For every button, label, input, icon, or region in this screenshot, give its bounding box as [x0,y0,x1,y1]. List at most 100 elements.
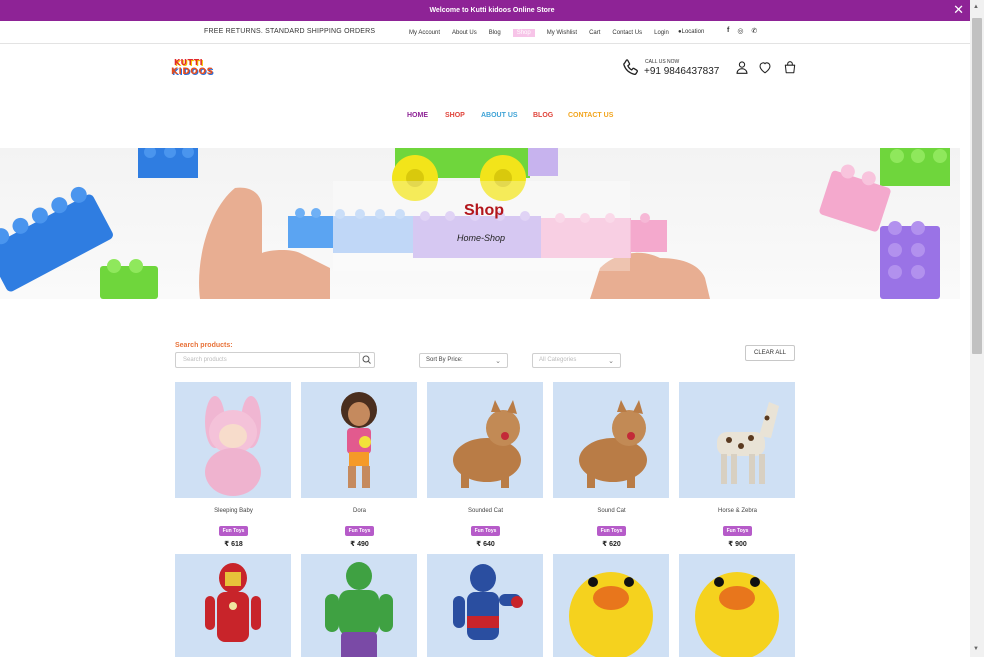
product-image[interactable] [553,554,669,657]
call-us-number[interactable]: +91 9846437837 [644,66,719,77]
search-icon [362,355,371,364]
product-card[interactable]: Sleeping Baby Fun Toys ₹ 618 [175,382,292,548]
scroll-up-arrow-icon[interactable]: ▲ [973,4,979,10]
location-link[interactable]: ●Location [678,29,704,35]
clear-all-button[interactable]: CLEAR ALL [745,345,795,361]
dora-toy-image [301,382,417,498]
product-category-badge[interactable]: Fun Toys [470,526,501,536]
instagram-icon[interactable]: ◎ [737,27,743,35]
product-card[interactable] [679,554,796,657]
nav-shop[interactable]: SHOP [445,112,465,119]
location-label: Location [681,29,705,35]
product-image[interactable] [301,382,417,498]
product-price: ₹ 490 [350,541,369,548]
search-input[interactable]: Search products [175,352,360,368]
top-link-blog[interactable]: Blog [489,30,501,36]
site-logo[interactable]: KUTTI KIDOOS [171,58,215,80]
scrollbar-thumb[interactable] [972,18,982,354]
product-price: ₹ 900 [728,541,747,548]
sounded-cat-toy-image [427,382,543,498]
product-card[interactable]: Sounded Cat Fun Toys ₹ 640 [427,382,544,548]
product-card[interactable]: Dora Fun Toys ₹ 490 [301,382,418,548]
hero-overlay-box [333,181,630,271]
page-scrollbar[interactable]: ▲ ▼ [970,0,984,657]
phone-icon [623,59,639,75]
category-select[interactable]: All Categories ⌄ [532,353,621,368]
logo-text-bottom: KIDOOS [171,67,214,77]
product-image[interactable] [679,554,795,657]
nav-about-us[interactable]: ABOUT US [481,112,518,119]
hero-title: Shop [464,202,504,219]
product-name[interactable]: Sounded Cat [427,508,544,514]
hulk-toy-image [301,554,417,657]
product-card[interactable] [301,554,418,657]
product-image[interactable] [175,382,291,498]
user-icon[interactable] [735,60,749,75]
sort-by-value: Sort By Price: [426,357,463,363]
yellow-duck-toy-image [553,554,669,657]
captain-america-toy-image [427,554,543,657]
cart-icon[interactable] [783,60,797,75]
top-utility-bar: FREE RETURNS. STANDARD SHIPPING ORDERS M… [0,21,970,44]
search-button[interactable] [359,352,375,368]
product-card[interactable]: Horse & Zebra Fun Toys ₹ 900 [679,382,796,548]
sleeping-baby-toy-image [175,382,291,498]
product-name[interactable]: Sound Cat [553,508,670,514]
heart-icon[interactable] [758,60,772,75]
top-link-about-us[interactable]: About Us [452,30,477,36]
top-link-my-account[interactable]: My Account [409,30,440,36]
product-image[interactable] [427,554,543,657]
breadcrumb[interactable]: Home-Shop [0,233,960,243]
category-placeholder: All Categories [539,357,577,363]
product-price: ₹ 620 [602,541,621,548]
product-card[interactable] [427,554,544,657]
product-price: ₹ 618 [224,541,243,548]
nav-home[interactable]: HOME [407,112,428,119]
product-image[interactable] [679,382,795,498]
facebook-icon[interactable]: f [727,27,729,35]
product-card[interactable]: Sound Cat Fun Toys ₹ 620 [553,382,670,548]
whatsapp-icon[interactable]: ✆ [751,27,757,35]
nav-blog[interactable]: BLOG [533,112,553,119]
top-link-my-wishlist[interactable]: My Wishlist [547,30,577,36]
nav-contact-us[interactable]: CONTACT US [568,112,613,119]
top-links: My Account About Us Blog Shop My Wishlis… [409,29,681,37]
product-category-badge[interactable]: Fun Toys [596,526,627,536]
product-image[interactable] [301,554,417,657]
product-price: ₹ 640 [476,541,495,548]
top-link-cart[interactable]: Cart [589,30,600,36]
product-category-badge[interactable]: Fun Toys [344,526,375,536]
product-card[interactable] [553,554,670,657]
horse-zebra-toy-image [679,382,795,498]
product-name[interactable]: Horse & Zebra [679,508,796,514]
social-links: f ◎ ✆ [727,27,757,35]
chevron-down-icon: ⌄ [608,358,614,365]
close-icon[interactable]: ✕ [953,3,964,17]
search-products-label: Search products: [175,342,233,349]
sound-cat-toy-image [553,382,669,498]
announcement-bar: Welcome to Kutti kidoos Online Store ✕ [0,0,984,21]
top-link-login[interactable]: Login [654,30,669,36]
page: Welcome to Kutti kidoos Online Store ✕ F… [0,0,984,657]
yellow-duck-toy-image [679,554,795,657]
iron-man-toy-image [175,554,291,657]
main-nav: HOME SHOP ABOUT US BLOG CONTACT US [0,112,984,122]
logo-text-top: KUTTI [174,58,204,67]
top-link-shop[interactable]: Shop [512,29,535,37]
scroll-down-arrow-icon[interactable]: ▼ [973,646,979,652]
top-link-contact-us[interactable]: Contact Us [612,30,642,36]
shipping-promo-text: FREE RETURNS. STANDARD SHIPPING ORDERS [204,28,376,35]
hero-banner: Shop Home-Shop [0,148,960,299]
chevron-down-icon: ⌄ [495,358,501,365]
product-category-badge[interactable]: Fun Toys [218,526,249,536]
product-image[interactable] [427,382,543,498]
sort-by-select[interactable]: Sort By Price: ⌄ [419,353,508,368]
product-name[interactable]: Dora [301,508,418,514]
product-category-badge[interactable]: Fun Toys [722,526,753,536]
product-name[interactable]: Sleeping Baby [175,508,292,514]
product-image[interactable] [175,554,291,657]
product-card[interactable] [175,554,292,657]
call-us-label: CALL US NOW [645,59,680,65]
announcement-text: Welcome to Kutti kidoos Online Store [429,7,555,14]
product-image[interactable] [553,382,669,498]
